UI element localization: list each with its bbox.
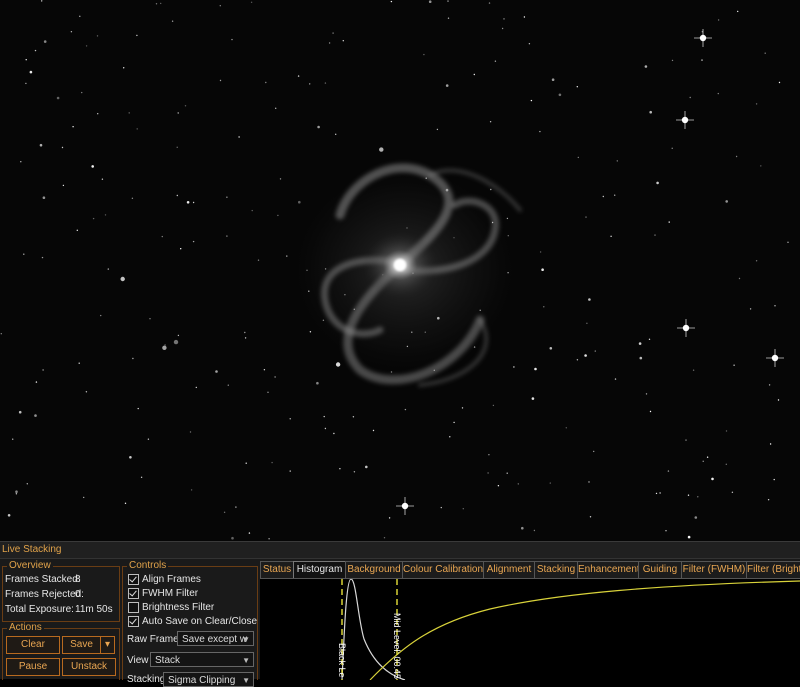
actions-group: Actions Clear Save ▾ Pause Unstack — [2, 622, 120, 680]
overview-group: Overview Frames Stacked: 8 Frames Reject… — [2, 560, 120, 622]
view-label: View — [127, 655, 149, 666]
stacked-image-view[interactable] — [0, 0, 800, 541]
chevron-down-icon: ▼ — [242, 635, 250, 644]
tab-filter-fwhm[interactable]: Filter (FWHM) — [681, 561, 747, 578]
fwhm-filter-label: FWHM Filter — [142, 588, 199, 599]
auto-save-label: Auto Save on Clear/Close — [142, 616, 258, 627]
tab-stacking[interactable]: Stacking — [534, 561, 578, 578]
actions-label: Actions — [7, 622, 44, 634]
mid-level-label: Mid Level: 00.45 — [392, 613, 402, 679]
frames-rejected-label: Frames Rejected: — [5, 589, 84, 600]
view-value: Stack — [155, 655, 181, 666]
brightness-filter-label: Brightness Filter — [142, 602, 215, 613]
align-frames-checkbox[interactable] — [128, 574, 139, 585]
raw-frames-value: Save except w — [182, 634, 248, 645]
controls-label: Controls — [127, 560, 169, 572]
overview-label: Overview — [7, 560, 53, 572]
tab-filter-brightness[interactable]: Filter (Brightness) — [746, 561, 800, 578]
total-exposure-label: Total Exposure: — [5, 604, 74, 615]
galaxy-image — [0, 0, 800, 541]
chevron-down-icon: ▼ — [242, 656, 250, 665]
histogram-plot: Black Le Mid Level: 00.45 — [337, 579, 800, 680]
tab-histogram[interactable]: Histogram — [293, 561, 346, 579]
histogram-view[interactable]: Black Le Mid Level: 00.45 — [260, 578, 800, 680]
view-select[interactable]: Stack ▼ — [150, 652, 254, 667]
panel-title: Live Stacking — [0, 542, 800, 559]
align-frames-label: Align Frames — [142, 574, 201, 585]
save-button[interactable]: Save — [62, 636, 101, 654]
total-exposure-value: 11m 50s — [75, 604, 113, 615]
black-level-label: Black Le — [337, 643, 347, 678]
tab-status[interactable]: Status — [260, 561, 294, 578]
brightness-filter-checkbox[interactable] — [128, 602, 139, 613]
tab-enhancement[interactable]: Enhancement — [577, 561, 639, 578]
frames-stacked-value: 8 — [75, 574, 81, 585]
tab-alignment[interactable]: Alignment — [483, 561, 535, 578]
fwhm-filter-checkbox[interactable] — [128, 588, 139, 599]
raw-frames-label: Raw Frames — [127, 634, 184, 645]
stacking-label: Stacking — [127, 674, 166, 685]
tab-guiding[interactable]: Guiding — [638, 561, 682, 578]
tab-colour-calibration[interactable]: Colour Calibration — [402, 561, 484, 578]
pause-button[interactable]: Pause — [6, 658, 60, 676]
tab-background[interactable]: Background — [345, 561, 403, 578]
stretch-curve — [369, 580, 800, 680]
unstack-button[interactable]: Unstack — [62, 658, 116, 676]
chevron-down-icon: ▼ — [242, 676, 250, 685]
frames-stacked-label: Frames Stacked: — [5, 574, 81, 585]
tab-strip: Status Histogram Background Colour Calibrat… — [260, 561, 800, 579]
save-dropdown-button[interactable]: ▾ — [100, 636, 115, 654]
raw-frames-select[interactable]: Save except w ▼ — [177, 631, 254, 646]
stacking-select[interactable]: Sigma Clipping ▼ — [163, 672, 254, 687]
clear-button[interactable]: Clear — [6, 636, 60, 654]
live-stacking-panel: Live Stacking Overview Frames Stacked: 8… — [0, 541, 800, 687]
auto-save-checkbox[interactable] — [128, 616, 139, 627]
frames-rejected-value: 0 — [75, 589, 81, 600]
controls-group: Controls Align Frames FWHM Filter Bright… — [122, 560, 258, 687]
stacking-value: Sigma Clipping — [168, 675, 236, 686]
